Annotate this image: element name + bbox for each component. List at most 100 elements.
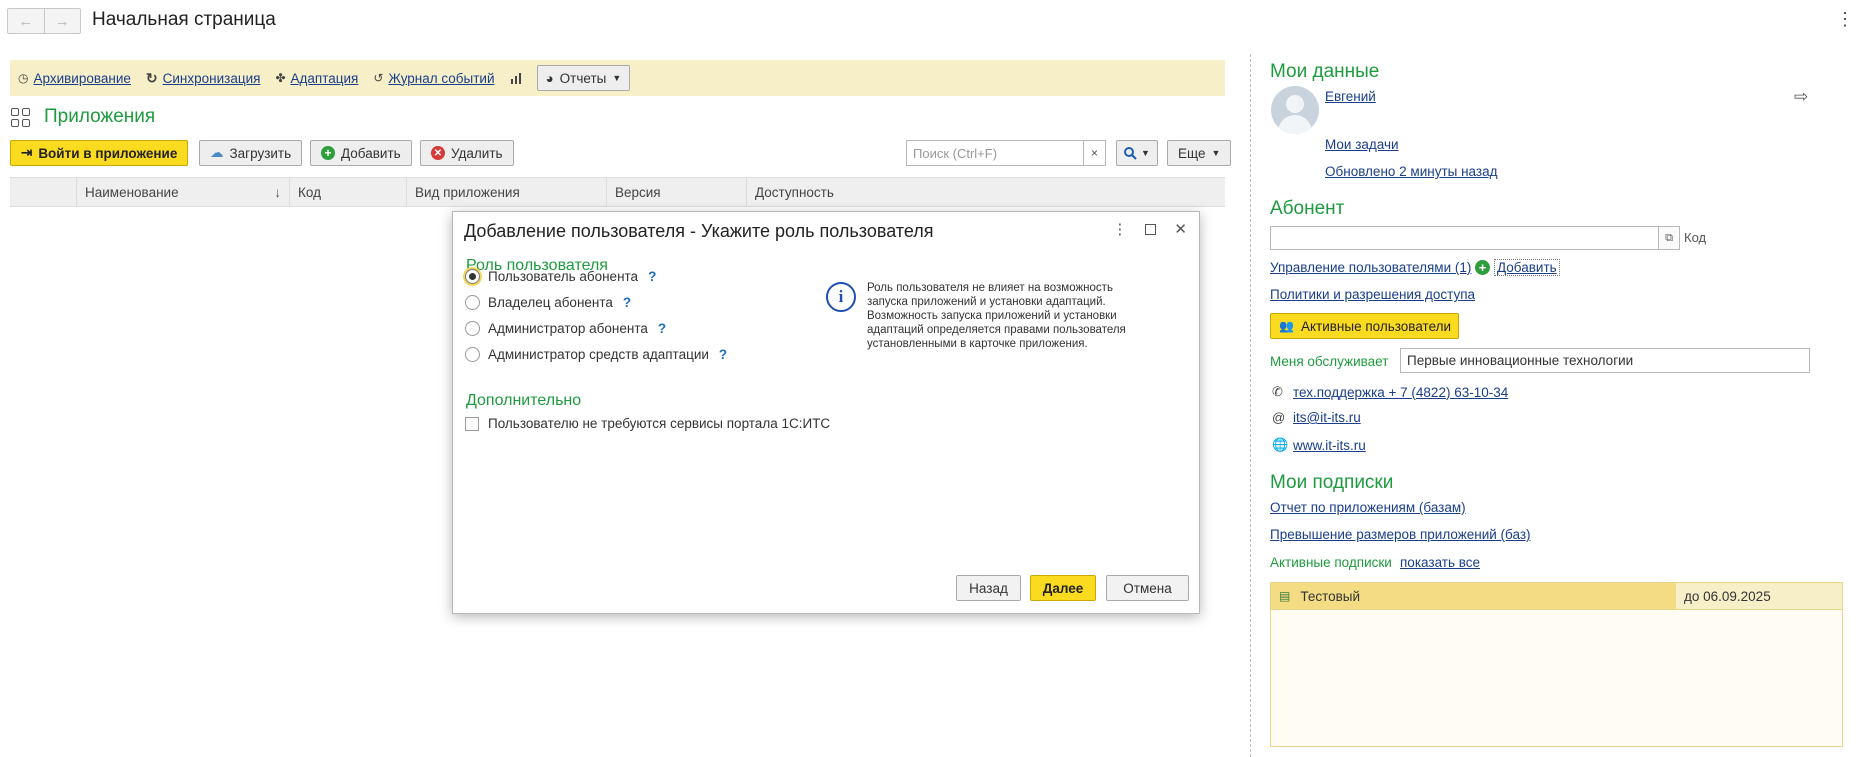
- sort-down-icon: ↓: [274, 184, 281, 200]
- next-button[interactable]: Далее: [1030, 575, 1096, 601]
- checkbox-label: Пользователю не требуются сервисы портал…: [488, 416, 831, 431]
- code-label: Код: [1684, 230, 1707, 245]
- report-apps-link[interactable]: Отчет по приложениям (базам): [1270, 500, 1466, 515]
- close-icon[interactable]: ✕: [1174, 220, 1187, 238]
- policies-link[interactable]: Политики и разрешения доступа: [1270, 287, 1475, 302]
- upload-label: Загрузить: [229, 145, 292, 161]
- log-link[interactable]: Журнал событий: [388, 71, 494, 86]
- email-link[interactable]: its@it-its.ru: [1293, 410, 1361, 425]
- radio-unselected[interactable]: [465, 295, 480, 310]
- upload-button[interactable]: ☁ Загрузить: [199, 140, 303, 166]
- forward-button[interactable]: →: [43, 9, 81, 33]
- search-input[interactable]: Поиск (Ctrl+F) ×: [906, 140, 1106, 166]
- sync-command[interactable]: ↻ Синхронизация: [146, 70, 261, 87]
- chart-command[interactable]: [510, 72, 522, 84]
- email-contact: @ its@it-its.ru: [1272, 410, 1361, 425]
- more-button[interactable]: Еще ▼: [1167, 140, 1232, 166]
- manage-users-link[interactable]: Управление пользователями (1): [1270, 260, 1471, 275]
- column-name[interactable]: Наименование ↓: [77, 178, 290, 206]
- help-icon[interactable]: ?: [623, 295, 631, 310]
- exceed-link[interactable]: Превышение размеров приложений (баз): [1270, 527, 1531, 542]
- delete-button[interactable]: ✕ Удалить: [420, 140, 514, 166]
- more-vertical-icon[interactable]: ⋮: [1112, 220, 1127, 238]
- cancel-button[interactable]: Отмена: [1106, 575, 1189, 601]
- adapt-link[interactable]: Адаптация: [291, 71, 359, 86]
- add-button[interactable]: + Добавить: [310, 140, 412, 166]
- chevron-down-icon: ▼: [1211, 148, 1221, 158]
- apps-table-header: Наименование ↓ Код Вид приложения Версия…: [10, 177, 1225, 207]
- info-text: Роль пользователя не влияет на возможнос…: [867, 282, 1126, 350]
- back-button[interactable]: Назад: [956, 575, 1021, 601]
- reports-button[interactable]: ◕ Отчеты ▼: [536, 65, 631, 91]
- updated-link[interactable]: Обновлено 2 минуты назад: [1325, 164, 1497, 179]
- user-link[interactable]: Евгений: [1325, 89, 1376, 104]
- help-icon[interactable]: ?: [648, 269, 656, 284]
- back-button[interactable]: ←: [8, 9, 44, 33]
- role-option-adapt-admin[interactable]: Администратор средств адаптации ?: [465, 347, 727, 362]
- role-option-user[interactable]: Пользователь абонента ?: [465, 269, 656, 284]
- reports-label: Отчеты: [559, 70, 607, 86]
- column-app-type-label: Вид приложения: [415, 184, 520, 200]
- apps-title: Приложения: [44, 106, 156, 127]
- apps-toolbar: ⇥ Войти в приложение ☁ Загрузить + Добав…: [10, 140, 1232, 168]
- column-availability-label: Доступность: [755, 184, 834, 200]
- history-icon: ↺: [373, 71, 384, 85]
- radio-unselected[interactable]: [465, 347, 480, 362]
- bar-chart-icon: [510, 73, 521, 84]
- subscriber-field[interactable]: [1270, 226, 1666, 250]
- panel-divider[interactable]: [1250, 54, 1251, 757]
- plus-circle-icon: +: [1475, 260, 1490, 275]
- log-command[interactable]: ↺ Журнал событий: [373, 71, 494, 86]
- help-icon[interactable]: ?: [719, 347, 727, 362]
- refresh-icon: ↻: [145, 69, 158, 86]
- column-name-label: Наименование: [85, 184, 179, 200]
- enter-app-button[interactable]: ⇥ Войти в приложение: [10, 140, 189, 166]
- role-option-admin[interactable]: Администратор абонента ?: [465, 321, 666, 336]
- adapt-command[interactable]: ✤ Адаптация: [275, 71, 358, 86]
- clear-search-icon[interactable]: ×: [1083, 141, 1105, 165]
- served-by-field[interactable]: Первые инновационные технологии: [1400, 348, 1810, 373]
- role-option-label: Владелец абонента: [488, 295, 613, 310]
- subscription-name-cell: ▤ Тестовый: [1271, 583, 1676, 609]
- maximize-icon[interactable]: [1145, 224, 1157, 235]
- my-tasks-link[interactable]: Мои задачи: [1325, 137, 1399, 152]
- info-icon: i: [826, 282, 856, 312]
- column-code[interactable]: Код: [290, 178, 407, 206]
- sync-link[interactable]: Синхронизация: [163, 71, 261, 86]
- site-link[interactable]: www.it-its.ru: [1293, 438, 1366, 453]
- role-option-owner[interactable]: Владелец абонента ?: [465, 295, 631, 310]
- search-button[interactable]: ▼: [1116, 140, 1158, 166]
- column-code-label: Код: [298, 184, 321, 200]
- archive-link[interactable]: Архивирование: [33, 71, 130, 86]
- column-app-type[interactable]: Вид приложения: [407, 178, 607, 206]
- column-version-label: Версия: [615, 184, 661, 200]
- delete-label: Удалить: [451, 145, 503, 161]
- radio-unselected[interactable]: [465, 321, 480, 336]
- copy-icon[interactable]: ⧉: [1658, 226, 1680, 250]
- apps-grid-icon: [11, 108, 31, 128]
- chevron-down-icon: ▼: [612, 73, 622, 83]
- back-arrow-icon: ←: [18, 12, 34, 30]
- add-user-link[interactable]: Добавить: [1494, 259, 1560, 276]
- phone-link[interactable]: тех.поддержка + 7 (4822) 63-10-34: [1293, 385, 1508, 400]
- archive-command[interactable]: ◷ Архивирование: [18, 71, 131, 86]
- checkbox[interactable]: [465, 416, 479, 431]
- radio-selected[interactable]: [465, 269, 480, 284]
- subscriptions-title: Мои подписки: [1270, 472, 1394, 493]
- table-row[interactable]: ▤ Тестовый до 06.09.2025: [1271, 583, 1842, 609]
- phone-icon: ✆: [1272, 384, 1283, 399]
- more-vertical-icon[interactable]: ⋮: [1836, 10, 1854, 28]
- help-icon[interactable]: ?: [658, 321, 666, 336]
- cloud-upload-icon: ☁: [210, 145, 224, 160]
- column-version[interactable]: Версия: [607, 178, 747, 206]
- no-its-services-option[interactable]: Пользователю не требуются сервисы портал…: [465, 416, 830, 431]
- column-availability[interactable]: Доступность: [747, 178, 1225, 206]
- subscriber-title: Абонент: [1270, 198, 1345, 219]
- extra-section-title: Дополнительно: [466, 392, 582, 409]
- logout-icon[interactable]: ⇨: [1794, 87, 1808, 107]
- row-divider: [1271, 609, 1842, 610]
- active-users-button[interactable]: 👥 Активные пользователи: [1270, 313, 1459, 339]
- show-all-link[interactable]: показать все: [1400, 555, 1480, 570]
- active-subscriptions-label: Активные подписки: [1270, 555, 1392, 570]
- subscription-until: до 06.09.2025: [1684, 588, 1771, 604]
